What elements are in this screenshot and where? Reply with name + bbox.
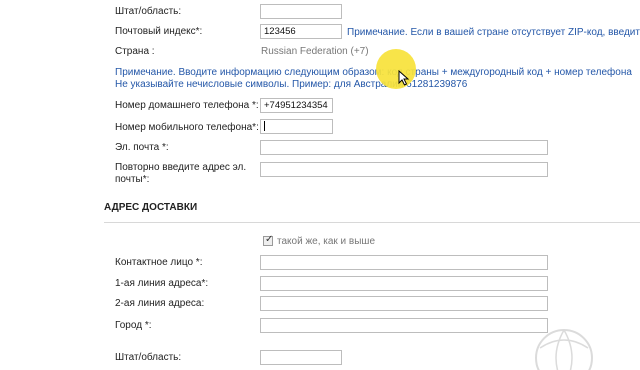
phone-format-note: Примечание. Вводите информацию следующим… — [115, 67, 632, 78]
text-caret — [264, 121, 265, 131]
cursor-highlight — [376, 49, 416, 89]
pointer-cursor-icon — [398, 70, 410, 86]
postal-code-label: Почтовый индекс*: — [115, 26, 203, 37]
address-line1-label: 1-ая линия адреса*: — [115, 278, 209, 289]
mobile-phone-input[interactable] — [260, 119, 333, 134]
shipping-state-input[interactable] — [260, 350, 342, 365]
same-as-above-checkbox[interactable]: ✓ — [263, 234, 274, 246]
contact-person-label: Контактное лицо *: — [115, 257, 203, 268]
same-as-above-label: такой же, как и выше — [277, 236, 376, 247]
home-phone-input[interactable] — [260, 98, 333, 113]
address-line2-input[interactable] — [260, 296, 548, 311]
address-line2-label: 2-ая линия адреса: — [115, 298, 205, 309]
phone-example-note: Не указывайте нечисловые символы. Пример… — [115, 79, 468, 90]
check-icon: ✓ — [265, 234, 274, 245]
shipping-section-title: АДРЕС ДОСТАВКИ — [104, 202, 198, 213]
state-label: Штат/область: — [115, 6, 182, 17]
email-confirm-label-line2: почты*: — [115, 174, 150, 185]
country-label: Страна : — [115, 46, 155, 57]
state-input[interactable] — [260, 4, 342, 19]
city-label: Город *: — [115, 320, 152, 331]
shipping-state-label: Штат/область: — [115, 352, 182, 363]
email-confirm-input[interactable] — [260, 162, 548, 177]
address-line1-input[interactable] — [260, 276, 548, 291]
postal-code-input[interactable] — [260, 24, 342, 39]
section-divider — [104, 222, 640, 223]
email-input[interactable] — [260, 140, 548, 155]
home-phone-label: Номер домашнего телефона *: — [115, 100, 259, 111]
contact-person-input[interactable] — [260, 255, 548, 270]
postal-code-note: Примечание. Если в вашей стране отсутств… — [347, 27, 640, 38]
city-input[interactable] — [260, 318, 548, 333]
email-label: Эл. почта *: — [115, 142, 169, 153]
email-confirm-label-line1: Повторно введите адрес эл. — [115, 162, 247, 173]
mobile-phone-label: Номер мобильного телефона*: — [115, 122, 259, 133]
globe-watermark-icon — [535, 329, 593, 370]
country-value: Russian Federation (+7) — [261, 46, 369, 57]
